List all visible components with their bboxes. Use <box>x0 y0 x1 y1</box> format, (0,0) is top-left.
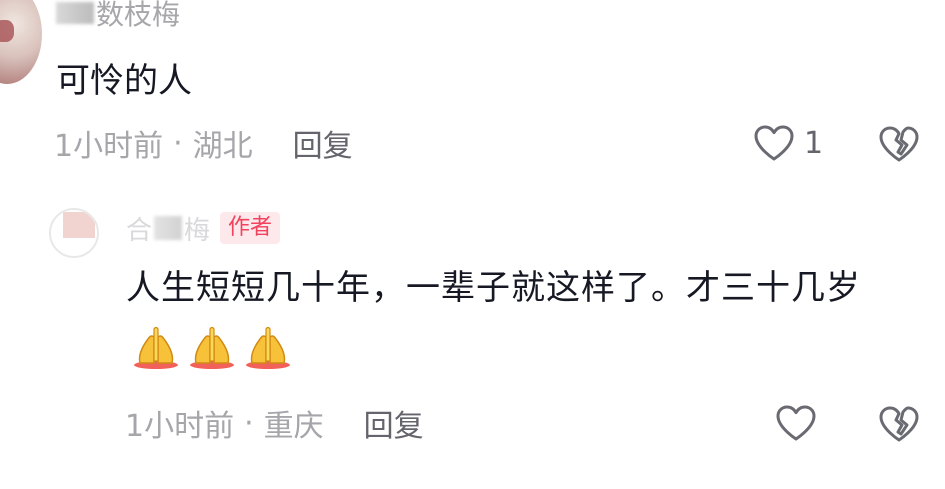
reply-text-block: 人生短短几十年，一辈子就这样了。才三十几岁 <box>126 258 916 378</box>
broken-heart-icon[interactable] <box>877 401 921 445</box>
like-count: 1 <box>804 125 824 161</box>
praying-hands-emoji <box>246 326 290 369</box>
reply-button[interactable]: 回复 <box>364 401 424 445</box>
username-text-end: 梅 <box>184 215 211 246</box>
like-button[interactable] <box>774 400 818 446</box>
redacted-username-part <box>154 216 183 240</box>
reply-avatar[interactable] <box>49 208 99 258</box>
heart-outline-icon <box>776 405 816 441</box>
reply-text: 人生短短几十年，一辈子就这样了。才三十几岁 <box>126 268 861 308</box>
avatar-image <box>0 20 14 42</box>
praying-hands-emoji <box>190 326 234 369</box>
comment-meta: 1小时前 · 湖北 回复 <box>54 120 353 166</box>
author-badge: 作者 <box>220 212 281 244</box>
like-button[interactable]: 1 <box>752 120 823 166</box>
heart-outline-icon <box>754 125 794 161</box>
comment-text: 可怜的人 <box>56 61 192 101</box>
username-text: 数枝梅 <box>96 0 181 31</box>
comment-time: 1小时前 <box>54 129 164 164</box>
reply-username[interactable]: 合 梅 作者 <box>126 206 281 250</box>
username-text-start: 合 <box>126 215 153 246</box>
reply-meta: 1小时前 · 重庆 回复 <box>125 400 424 446</box>
redacted-username-part <box>56 2 94 24</box>
comment-username[interactable]: 数枝梅 <box>56 0 180 34</box>
meta-separator: · <box>173 125 183 161</box>
broken-heart-icon[interactable] <box>877 121 921 165</box>
reply-location: 重庆 <box>263 409 324 444</box>
avatar-image <box>63 212 95 238</box>
avatar[interactable] <box>0 0 42 84</box>
reply-button[interactable]: 回复 <box>293 121 353 165</box>
comment-location: 湖北 <box>192 129 253 164</box>
praying-hands-emoji <box>134 326 178 369</box>
reply-time: 1小时前 <box>125 409 235 444</box>
meta-separator: · <box>244 405 254 441</box>
